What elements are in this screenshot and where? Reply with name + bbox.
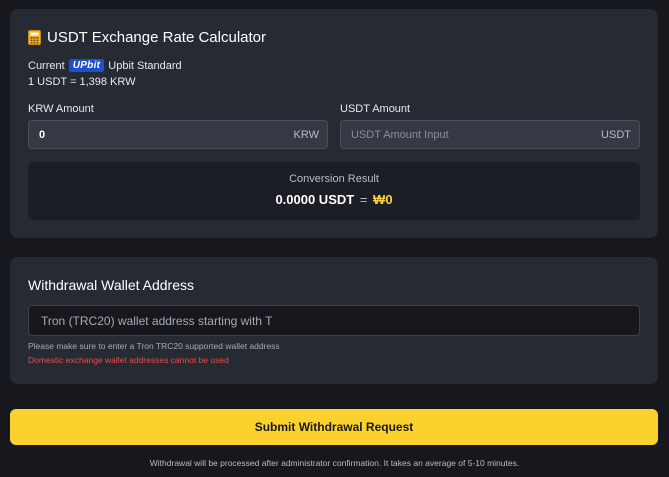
krw-amount-label: KRW Amount <box>28 103 94 115</box>
wallet-title: Withdrawal Wallet Address <box>28 277 194 293</box>
wallet-address-input[interactable]: Tron (TRC20) wallet address starting wit… <box>28 305 640 336</box>
wallet-hint: Please make sure to enter a Tron TRC20 s… <box>28 341 280 351</box>
footer-note: Withdrawal will be processed after admin… <box>149 458 520 468</box>
krw-amount-value: 0 <box>39 128 46 141</box>
exchange-rate: 1 USDT = 1,398 KRW <box>28 76 136 88</box>
krw-unit: KRW <box>293 128 319 141</box>
usdt-amount-placeholder: USDT Amount Input <box>351 128 449 141</box>
calculator-icon <box>28 30 41 45</box>
usdt-unit: USDT <box>601 128 631 141</box>
usdt-amount-label: USDT Amount <box>340 103 411 115</box>
calculator-title-text: USDT Exchange Rate Calculator <box>47 29 266 46</box>
result-krw: ₩0 <box>373 192 393 207</box>
upbit-logo: UPbit <box>68 59 105 72</box>
krw-amount-input[interactable]: 0 KRW <box>28 120 328 149</box>
wallet-card: Withdrawal Wallet Address Tron (TRC20) w… <box>10 257 658 384</box>
result-usdt: 0.0000 USDT <box>275 192 355 207</box>
rate-source: Current UPbit Upbit Standard <box>28 59 182 72</box>
conversion-result-box: Conversion Result 0.0000 USDT = ₩0 <box>28 162 640 220</box>
usdt-amount-input[interactable]: USDT Amount Input USDT <box>340 120 640 149</box>
wallet-address-placeholder: Tron (TRC20) wallet address starting wit… <box>41 313 273 328</box>
rate-prefix: Current <box>28 59 65 72</box>
result-equals: = <box>359 192 368 207</box>
rate-suffix: Upbit Standard <box>108 59 182 72</box>
wallet-warning: Domestic exchange wallet addresses canno… <box>28 355 229 365</box>
calculator-card: USDT Exchange Rate Calculator Current UP… <box>10 9 658 238</box>
calculator-title: USDT Exchange Rate Calculator <box>28 29 266 46</box>
submit-withdrawal-button[interactable]: Submit Withdrawal Request <box>10 409 658 445</box>
conversion-result-label: Conversion Result <box>289 173 379 185</box>
conversion-result-value: 0.0000 USDT = ₩0 <box>28 192 640 207</box>
